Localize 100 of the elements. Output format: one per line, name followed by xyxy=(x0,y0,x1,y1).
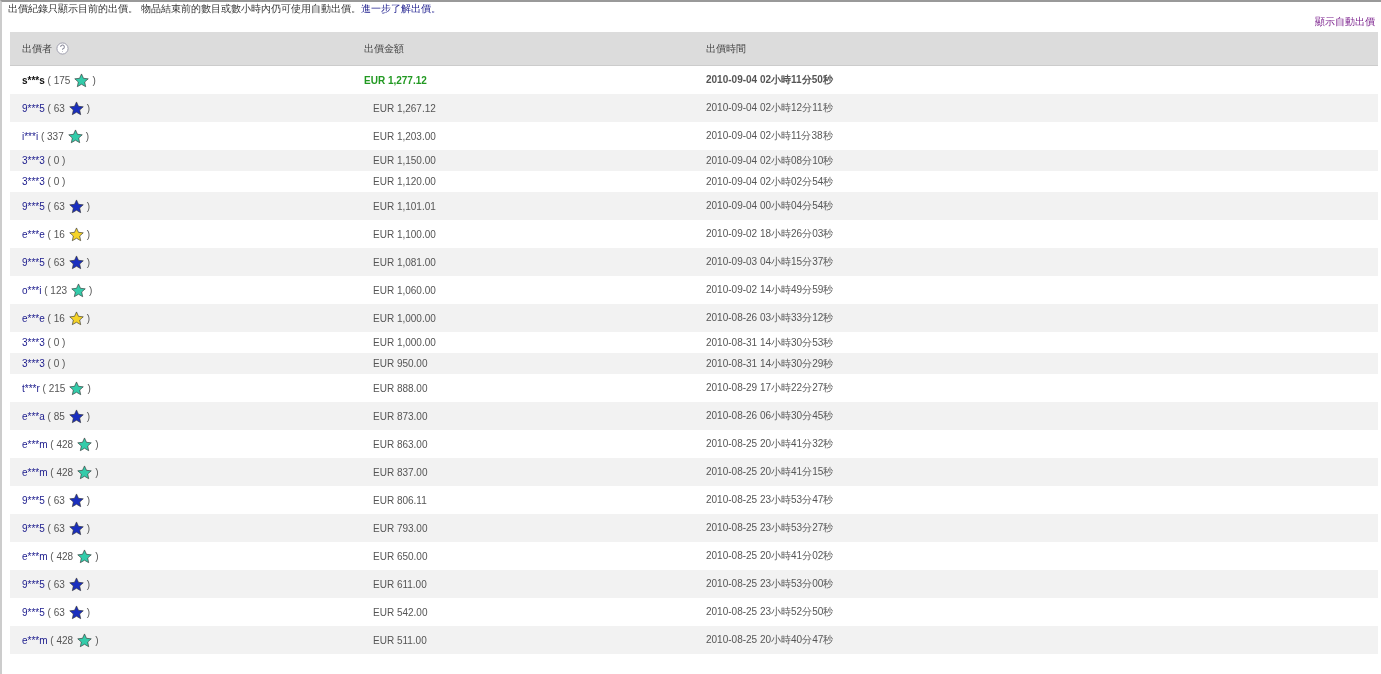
feedback-score-end: ) xyxy=(86,578,91,590)
feedback-score: ( 63 xyxy=(46,256,65,268)
notice-text: 出價紀錄只顯示目前的出價。 物品結束前的數目或數小時內仍可使用自動出價。進一步了解出價。 xyxy=(7,2,442,15)
bid-time: 2010-09-02 14小時49分59秒 xyxy=(706,283,835,297)
bid-amount: EUR 1,100.00 xyxy=(372,228,437,240)
bid-time: 2010-08-25 20小時40分47秒 xyxy=(706,633,835,647)
bidder-name[interactable]: 9***5 xyxy=(22,606,45,618)
bid-time: 2010-09-03 04小時15分37秒 xyxy=(706,255,835,269)
bidder-name[interactable]: t***r xyxy=(22,382,40,394)
feedback-score: ( 175 xyxy=(46,74,71,86)
bidder-name[interactable]: 9***5 xyxy=(22,102,45,114)
bid-amount: EUR 950.00 xyxy=(372,358,429,369)
help-icon[interactable] xyxy=(56,42,69,55)
bidder-name[interactable]: 3***3 xyxy=(22,155,45,166)
bid-time: 2010-08-25 20小時41分15秒 xyxy=(706,465,835,479)
column-header: 出價金額 xyxy=(364,41,404,56)
bid-time: 2010-08-31 14小時30分53秒 xyxy=(706,335,835,350)
feedback-score-end: ) xyxy=(86,256,91,268)
bid-amount: EUR 650.00 xyxy=(372,550,429,562)
bid-time: 2010-09-02 18小時26分03秒 xyxy=(706,227,835,241)
bid-time: 2010-08-25 20小時41分32秒 xyxy=(706,437,835,451)
bid-amount: EUR 511.00 xyxy=(372,634,428,646)
feedback-score: ( 63 xyxy=(46,578,65,590)
feedback-score: ( 16 xyxy=(46,228,65,240)
bid-amount: EUR 542.00 xyxy=(372,606,429,618)
bid-time: 2010-09-04 00小時04分54秒 xyxy=(706,199,835,213)
bid-amount: EUR 888.00 xyxy=(372,382,429,394)
bidder-name[interactable]: e***m xyxy=(22,550,48,562)
bid-amount: EUR 1,277.12 xyxy=(364,74,428,86)
bidder-name[interactable]: 9***5 xyxy=(22,494,45,506)
feedback-score: ( 63 xyxy=(46,494,65,506)
bid-amount: EUR 1,203.00 xyxy=(372,130,437,142)
bidder-name[interactable]: 9***5 xyxy=(22,256,45,268)
feedback-score: ( 63 xyxy=(46,102,65,114)
feedback-score-end: ) xyxy=(86,606,91,618)
bidder-name[interactable]: 3***3 xyxy=(22,176,45,187)
feedback-score: ( 215 xyxy=(41,382,66,394)
feedback-score: ( 428 xyxy=(49,438,74,450)
feedback-score: ( 337 xyxy=(39,130,64,142)
feedback-score: ( 0 ) xyxy=(46,337,66,348)
feedback-score-end: ) xyxy=(95,466,99,478)
bid-time: 2010-08-25 23小時53分27秒 xyxy=(706,521,835,535)
feedback-score-end: ) xyxy=(95,550,99,562)
feedback-score-end: ) xyxy=(87,382,91,394)
auto-bid-link[interactable]: 顯示自動出價 xyxy=(1315,15,1375,32)
feedback-score-end: ) xyxy=(86,228,91,240)
bidder-name[interactable]: e***m xyxy=(22,634,48,646)
bid-time: 2010-08-26 03小時33分12秒 xyxy=(706,311,835,325)
feedback-score-end: ) xyxy=(86,494,91,506)
bid-amount: EUR 793.00 xyxy=(372,522,429,534)
bidder-name[interactable]: e***e xyxy=(22,312,45,324)
bidder-name[interactable]: e***m xyxy=(22,438,48,450)
bidder-name[interactable]: 3***3 xyxy=(22,358,45,369)
bid-amount: EUR 1,150.00 xyxy=(372,155,437,166)
bid-amount: EUR 611.00 xyxy=(372,578,428,590)
bid-time: 2010-09-04 02小時11分38秒 xyxy=(706,129,834,143)
feedback-score: ( 0 ) xyxy=(46,155,66,166)
bidder-name[interactable]: e***a xyxy=(22,410,45,422)
bid-time: 2010-09-04 02小時02分54秒 xyxy=(706,174,835,189)
feedback-score: ( 85 xyxy=(46,410,65,422)
feedback-score-end: ) xyxy=(85,130,90,142)
bid-time: 2010-08-25 23小時52分50秒 xyxy=(706,605,835,619)
bid-amount: EUR 863.00 xyxy=(372,438,429,450)
column-header: 出價時間 xyxy=(706,41,746,56)
column-header: 出價者 xyxy=(22,41,52,56)
bid-time: 2010-08-25 20小時41分02秒 xyxy=(706,549,835,563)
bidder-name[interactable]: 9***5 xyxy=(22,522,45,534)
feedback-score: ( 63 xyxy=(46,606,65,618)
bidder-name[interactable]: 9***5 xyxy=(22,578,45,590)
bid-time: 2010-08-25 23小時53分47秒 xyxy=(706,493,835,507)
bidder-name[interactable]: e***m xyxy=(22,466,48,478)
feedback-score-end: ) xyxy=(86,312,91,324)
feedback-score-end: ) xyxy=(92,74,96,86)
bidder-name[interactable]: e***e xyxy=(22,228,45,240)
learn-more-link[interactable]: 進一步了解出價。 xyxy=(360,3,441,14)
bidder-name[interactable]: 9***5 xyxy=(22,200,45,212)
bidder-name[interactable]: s***s xyxy=(22,74,45,86)
feedback-score: ( 428 xyxy=(49,634,74,646)
feedback-score-end: ) xyxy=(86,200,91,212)
bidder-name[interactable]: o***i xyxy=(22,284,42,296)
bid-amount: EUR 1,000.00 xyxy=(372,312,437,324)
feedback-score: ( 428 xyxy=(49,550,74,562)
feedback-score: ( 16 xyxy=(46,312,65,324)
feedback-score: ( 428 xyxy=(49,466,74,478)
bid-amount: EUR 806.11 xyxy=(372,494,428,506)
feedback-score-end: ) xyxy=(86,410,91,422)
bid-amount: EUR 1,101.01 xyxy=(372,200,437,212)
bidder-name[interactable]: i***i xyxy=(22,130,39,142)
feedback-score: ( 0 ) xyxy=(46,176,66,187)
bid-amount: EUR 1,060.00 xyxy=(372,284,437,296)
bid-time: 2010-09-04 02小時12分11秒 xyxy=(706,101,834,115)
bid-amount: EUR 873.00 xyxy=(372,410,429,422)
bid-amount: EUR 837.00 xyxy=(372,466,429,478)
bid-amount: EUR 1,000.00 xyxy=(372,337,437,348)
bid-time: 2010-08-26 06小時30分45秒 xyxy=(706,409,835,423)
bidder-name[interactable]: 3***3 xyxy=(22,337,45,348)
feedback-score-end: ) xyxy=(86,102,91,114)
feedback-score-end: ) xyxy=(95,438,99,450)
bid-amount: EUR 1,267.12 xyxy=(372,102,437,114)
feedback-score: ( 123 xyxy=(43,284,68,296)
